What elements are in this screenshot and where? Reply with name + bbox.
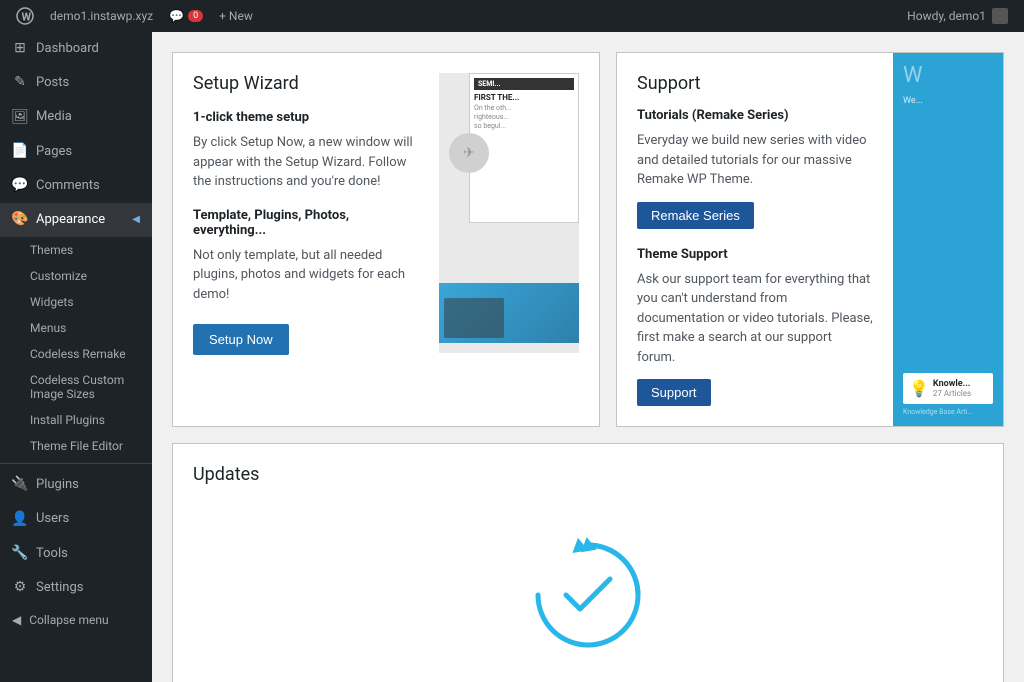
remake-series-button[interactable]: Remake Series [637,202,754,229]
sidebar-item-codeless-custom-image-sizes[interactable]: Codeless Custom Image Sizes [0,367,152,407]
settings-icon: ⚙ [12,580,28,596]
new-content-button[interactable]: + New [211,0,261,32]
admin-menu: ⊞ Dashboard ✎ Posts 🖼 Media 📄 Pages 💬 Co… [0,32,152,682]
collapse-menu-button[interactable]: ◀ Collapse menu [0,605,152,635]
updates-section: Updates [172,443,1004,682]
setup-desc-1: By click Setup Now, a new window will ap… [193,133,423,192]
plugins-icon: 🔌 [12,477,28,493]
knowledge-title: Knowle... [933,379,971,389]
svg-text:W: W [22,11,32,24]
tutorials-title: Tutorials (Remake Series) [637,108,873,123]
posts-icon: ✎ [12,75,28,91]
theme-support-title: Theme Support [637,247,873,262]
sidebar-item-menus[interactable]: Menus [0,315,152,341]
support-card-content: Support Tutorials (Remake Series) Everyd… [617,53,893,426]
comments-link[interactable]: 💬 0 [161,0,211,32]
setup-subtitle-1: 1-click theme setup [193,110,423,125]
knowledge-count: 27 Articles [933,389,971,398]
user-menu[interactable]: Howdy, demo1 [899,0,1016,32]
sidebar-item-install-plugins[interactable]: Install Plugins [0,407,152,433]
avatar [992,8,1008,24]
knowledge-info: Knowle... 27 Articles [933,379,971,398]
cards-row: Setup Wizard 1-click theme setup By clic… [172,52,1004,427]
sidebar-item-comments[interactable]: 💬 Comments [0,169,152,203]
sidebar-item-themes[interactable]: Themes [0,237,152,263]
sidebar-item-media[interactable]: 🖼 Media [0,100,152,134]
main-layout: ⊞ Dashboard ✎ Posts 🖼 Media 📄 Pages 💬 Co… [0,32,1024,682]
tutorials-desc: Everyday we build new series with video … [637,131,873,190]
setup-subtitle-2: Template, Plugins, Photos, everything... [193,208,423,238]
admin-bar: W demo1.instawp.xyz 💬 0 + New Howdy, dem… [0,0,1024,32]
support-card: Support Tutorials (Remake Series) Everyd… [616,52,1004,427]
dashboard-icon: ⊞ [12,41,28,57]
sidebar-item-dashboard[interactable]: ⊞ Dashboard [0,32,152,66]
setup-desc-2: Not only template, but all needed plugin… [193,246,423,305]
comments-icon: 💬 [12,178,28,194]
support-title: Support [637,73,873,94]
sidebar-item-customize[interactable]: Customize [0,263,152,289]
comment-icon: 💬 [169,9,184,23]
wp-logo[interactable]: W [8,7,42,25]
collapse-icon: ◀ [12,613,21,627]
comments-count: 0 [188,10,203,22]
setup-wizard-title: Setup Wizard [193,73,423,94]
media-icon: 🖼 [12,109,28,125]
setup-wizard-image: SEMI... FIRST THE... On the oth...righte… [439,73,579,406]
support-image-panel: W We... 💡 Knowle... 27 Articles Knowledg [893,53,1003,426]
sidebar-item-codeless-remake[interactable]: Codeless Remake [0,341,152,367]
adminbar-right: Howdy, demo1 [899,0,1016,32]
sidebar-item-pages[interactable]: 📄 Pages [0,135,152,169]
site-name[interactable]: demo1.instawp.xyz [42,0,161,32]
knowledge-base-label: Knowledge Base Arti... [903,408,973,416]
sidebar-item-plugins[interactable]: 🔌 Plugins [0,468,152,502]
updates-icon-area [193,515,983,675]
support-bg: W We... 💡 Knowle... 27 Articles Knowledg [893,53,1003,426]
pages-icon: 📄 [12,144,28,160]
knowledge-icon: 💡 [909,379,929,398]
remake-series-button-container: Remake Series [637,202,873,229]
setup-wizard-card: Setup Wizard 1-click theme setup By clic… [172,52,600,427]
appearance-arrow-icon: ◀ [132,213,140,227]
sidebar-item-appearance[interactable]: 🎨 Appearance ◀ [0,203,152,237]
content-area: Setup Wizard 1-click theme setup By clic… [152,32,1024,682]
theme-support-desc: Ask our support team for everything that… [637,270,873,368]
sidebar-item-posts[interactable]: ✎ Posts [0,66,152,100]
sidebar-item-settings[interactable]: ⚙ Settings [0,571,152,605]
sidebar-item-theme-file-editor[interactable]: Theme File Editor [0,433,152,459]
setup-card-content: Setup Wizard 1-click theme setup By clic… [193,73,423,406]
setup-now-button[interactable]: Setup Now [193,324,289,355]
menu-separator [0,463,152,464]
content-inner: Setup Wizard 1-click theme setup By clic… [152,52,1004,682]
sidebar-item-tools[interactable]: 🔧 Tools [0,537,152,571]
sidebar-item-users[interactable]: 👤 Users [0,502,152,536]
users-icon: 👤 [12,511,28,527]
sidebar-item-widgets[interactable]: Widgets [0,289,152,315]
updates-complete-icon [528,535,648,655]
updates-title: Updates [193,464,983,485]
tools-icon: 🔧 [12,546,28,562]
support-button[interactable]: Support [637,379,711,406]
appearance-icon: 🎨 [12,212,28,228]
